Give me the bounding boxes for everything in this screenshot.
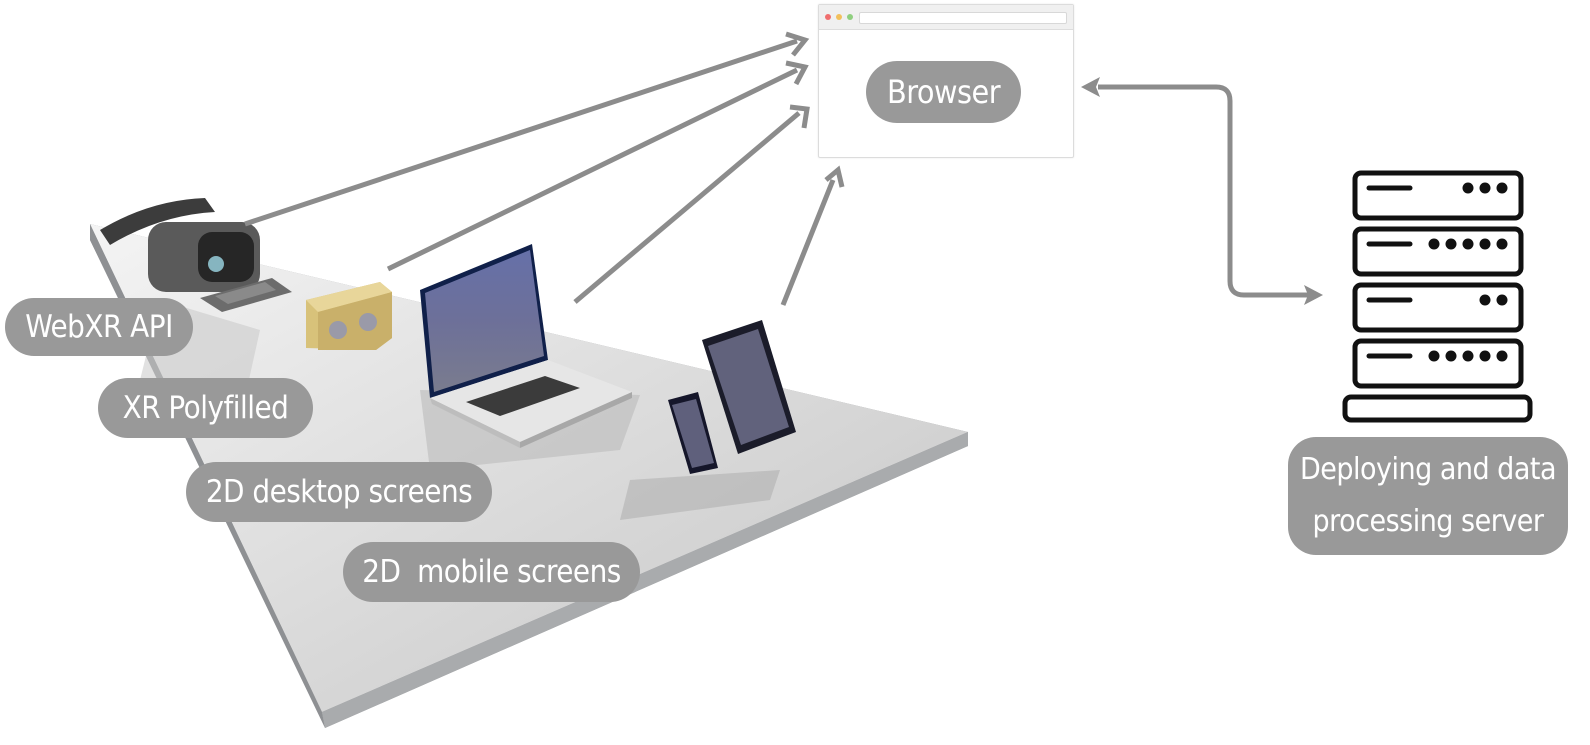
server-led-dot bbox=[1445, 350, 1457, 362]
server-led-dot bbox=[1479, 350, 1491, 362]
label-xr-polyfilled-text: XR Polyfilled bbox=[122, 390, 289, 426]
label-2d-mobile-text: 2D mobile screens bbox=[362, 554, 621, 590]
server-unit-4 bbox=[1352, 338, 1524, 389]
label-server-line1: Deploying and data bbox=[1300, 451, 1556, 487]
server-led-dot bbox=[1479, 238, 1491, 250]
server-led-dot bbox=[1428, 238, 1440, 250]
server-unit-1 bbox=[1352, 170, 1524, 221]
server-led-dot bbox=[1496, 350, 1508, 362]
server-unit-2 bbox=[1352, 226, 1524, 277]
server-led-dot bbox=[1428, 350, 1440, 362]
server-led-dot bbox=[1462, 182, 1474, 194]
server-led-dot bbox=[1479, 294, 1491, 306]
label-webxr-api: WebXR API bbox=[5, 298, 193, 356]
label-browser: Browser bbox=[866, 61, 1021, 123]
label-2d-mobile-screens: 2D mobile screens bbox=[343, 542, 640, 602]
server-led-dot bbox=[1479, 182, 1491, 194]
server-led-dot bbox=[1496, 182, 1508, 194]
server-led-dot bbox=[1462, 350, 1474, 362]
server-led-dot bbox=[1462, 238, 1474, 250]
server-rack-icon bbox=[1342, 170, 1533, 423]
server-led-dot bbox=[1496, 294, 1508, 306]
server-unit-3 bbox=[1352, 282, 1524, 333]
label-2d-desktop-text: 2D desktop screens bbox=[205, 474, 473, 510]
server-led-dot bbox=[1445, 238, 1457, 250]
label-2d-desktop-screens: 2D desktop screens bbox=[186, 462, 492, 522]
server-base bbox=[1342, 394, 1533, 423]
server-led-dot bbox=[1496, 238, 1508, 250]
label-browser-text: Browser bbox=[886, 73, 1001, 111]
label-server-line2: processing server bbox=[1312, 504, 1544, 539]
label-server: Deploying and data processing server bbox=[1288, 437, 1568, 555]
label-webxr-api-text: WebXR API bbox=[25, 309, 173, 345]
label-xr-polyfilled: XR Polyfilled bbox=[98, 378, 313, 438]
